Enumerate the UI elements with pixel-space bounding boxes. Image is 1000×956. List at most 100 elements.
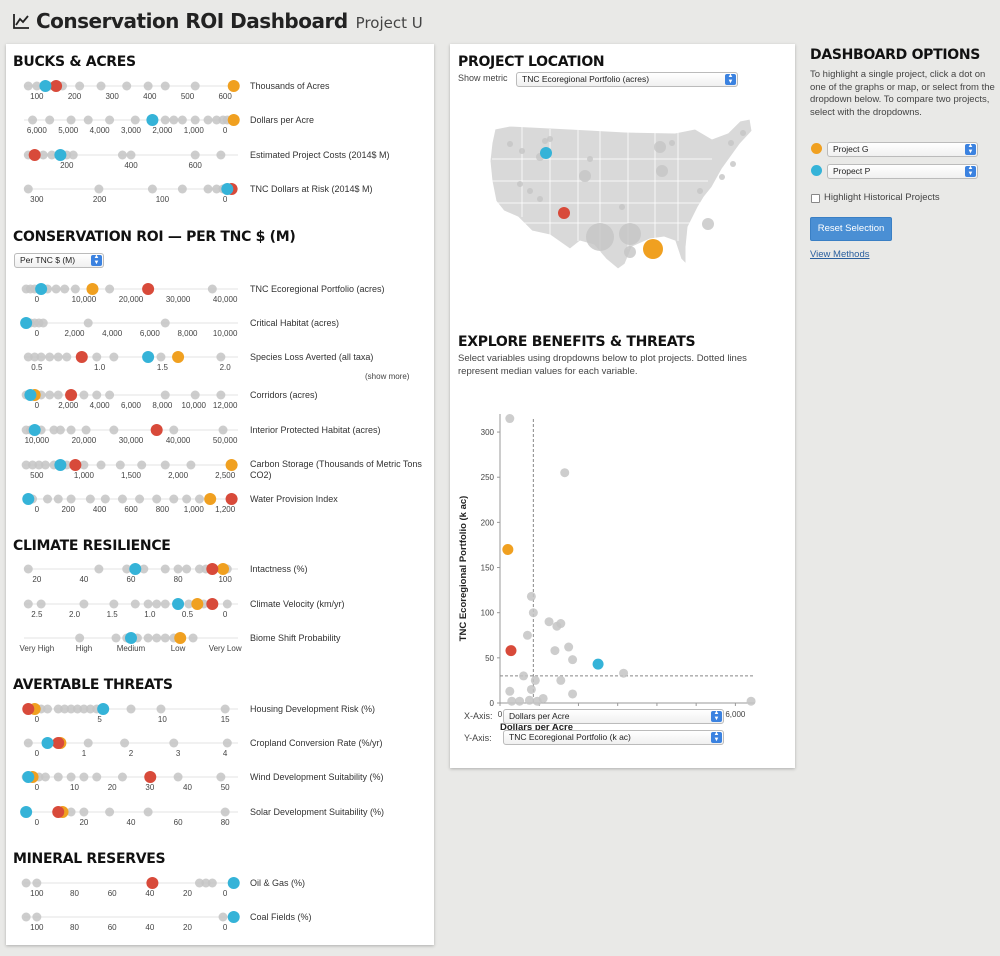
highlighted-project-dot[interactable] — [227, 114, 240, 126]
project-dot[interactable] — [190, 150, 200, 160]
map-project-dot[interactable] — [619, 204, 625, 210]
project-dot[interactable] — [23, 184, 33, 194]
scatter-point[interactable] — [568, 689, 578, 699]
project-dot[interactable] — [190, 115, 200, 125]
map-project-dot[interactable] — [517, 181, 523, 187]
highlighted-project-dot[interactable] — [172, 351, 185, 363]
project-dot[interactable] — [79, 772, 89, 782]
project-dot[interactable] — [216, 772, 226, 782]
project-dot[interactable] — [23, 599, 33, 609]
project-dot[interactable] — [182, 494, 192, 504]
highlighted-project-dot[interactable] — [50, 80, 63, 92]
project-dot[interactable] — [66, 772, 76, 782]
project-dot[interactable] — [40, 772, 50, 782]
highlighted-project-dot[interactable] — [24, 389, 37, 401]
scatter-point[interactable] — [507, 696, 517, 706]
project-dot[interactable] — [216, 390, 226, 400]
highlighted-project-dot[interactable] — [86, 283, 99, 295]
highlighted-project-dot[interactable] — [20, 806, 33, 818]
highlighted-project-dot[interactable] — [69, 459, 82, 471]
project-dot[interactable] — [109, 352, 119, 362]
project-dot[interactable] — [96, 81, 106, 91]
scatter-point[interactable] — [568, 655, 578, 665]
highlighted-project-dot[interactable] — [172, 598, 185, 610]
project-dot[interactable] — [216, 150, 226, 160]
project-dot[interactable] — [117, 772, 127, 782]
project-dot[interactable] — [137, 460, 147, 470]
map-project-dot[interactable] — [540, 147, 552, 159]
map-project-dot[interactable] — [547, 136, 553, 142]
scatter-point[interactable] — [505, 645, 517, 657]
project-dot[interactable] — [94, 184, 104, 194]
highlighted-project-dot[interactable] — [52, 806, 65, 818]
project-dot[interactable] — [66, 494, 76, 504]
project-dot[interactable] — [135, 494, 145, 504]
project-dot[interactable] — [182, 564, 192, 574]
project-dot[interactable] — [21, 878, 31, 888]
scatter-point[interactable] — [592, 658, 604, 670]
scatter-point[interactable] — [524, 695, 534, 705]
map-metric-select[interactable]: TNC Ecoregional Portfolio (acres) ▲ ▼ — [516, 72, 738, 87]
scatter-point[interactable] — [505, 414, 515, 424]
project-dot[interactable] — [160, 460, 170, 470]
project-dot[interactable] — [147, 184, 157, 194]
project-dot[interactable] — [75, 81, 85, 91]
highlighted-project-dot[interactable] — [28, 149, 41, 161]
project-dot[interactable] — [109, 599, 119, 609]
map-project-dot[interactable] — [656, 165, 668, 177]
project-dot[interactable] — [117, 150, 127, 160]
project-dot[interactable] — [83, 738, 93, 748]
project-dot[interactable] — [21, 912, 31, 922]
project-dot[interactable] — [160, 564, 170, 574]
project-dot[interactable] — [122, 81, 132, 91]
highlighted-project-dot[interactable] — [75, 351, 88, 363]
project-dot[interactable] — [51, 284, 61, 294]
us-map[interactable] — [450, 99, 795, 299]
scatter-point[interactable] — [515, 696, 525, 706]
project-dot[interactable] — [92, 390, 102, 400]
scatter-point[interactable] — [502, 543, 514, 555]
historical-checkbox[interactable] — [811, 194, 820, 203]
view-methods-link[interactable]: View Methods — [810, 249, 870, 260]
highlighted-project-dot[interactable] — [22, 771, 35, 783]
highlighted-project-dot[interactable] — [150, 424, 163, 436]
project-dot[interactable] — [203, 184, 213, 194]
project-dot[interactable] — [194, 494, 204, 504]
highlighted-project-dot[interactable] — [52, 737, 65, 749]
project-dot[interactable] — [36, 352, 46, 362]
project-dot[interactable] — [53, 390, 63, 400]
y-axis-select[interactable]: TNC Ecoregional Portfolio (k ac) ▲ ▼ — [503, 730, 724, 745]
scatter-point[interactable] — [528, 608, 538, 618]
project-dot[interactable] — [143, 599, 153, 609]
map-project-dot[interactable] — [537, 196, 543, 202]
map-project-dot[interactable] — [669, 140, 675, 146]
project-dot[interactable] — [45, 352, 55, 362]
scatter-point[interactable] — [505, 686, 515, 696]
map-project-dot[interactable] — [697, 188, 703, 194]
project-dot[interactable] — [143, 633, 153, 643]
highlighted-project-dot[interactable] — [97, 703, 110, 715]
map-project-dot[interactable] — [730, 161, 736, 167]
x-axis-select[interactable]: Dollars per Acre ▲ ▼ — [503, 709, 724, 724]
project-dot[interactable] — [169, 494, 179, 504]
highlighted-project-dot[interactable] — [142, 351, 155, 363]
highlighted-project-dot[interactable] — [174, 632, 187, 644]
project-dot[interactable] — [222, 738, 232, 748]
project-dot[interactable] — [177, 115, 187, 125]
project-dot[interactable] — [115, 460, 125, 470]
project-dot[interactable] — [36, 599, 46, 609]
highlighted-project-dot[interactable] — [22, 703, 35, 715]
project-dot[interactable] — [160, 599, 170, 609]
highlighted-project-dot[interactable] — [204, 493, 217, 505]
project-dot[interactable] — [68, 150, 78, 160]
project-dot[interactable] — [81, 425, 91, 435]
highlighted-project-dot[interactable] — [206, 598, 219, 610]
project-select-1[interactable]: Project G ▲ ▼ — [827, 142, 978, 157]
project-dot[interactable] — [60, 284, 70, 294]
map-project-dot[interactable] — [643, 239, 663, 259]
highlighted-project-dot[interactable] — [129, 563, 142, 575]
project-dot[interactable] — [53, 494, 63, 504]
map-project-dot[interactable] — [728, 140, 734, 146]
project-dot[interactable] — [43, 494, 53, 504]
project-dot[interactable] — [173, 564, 183, 574]
